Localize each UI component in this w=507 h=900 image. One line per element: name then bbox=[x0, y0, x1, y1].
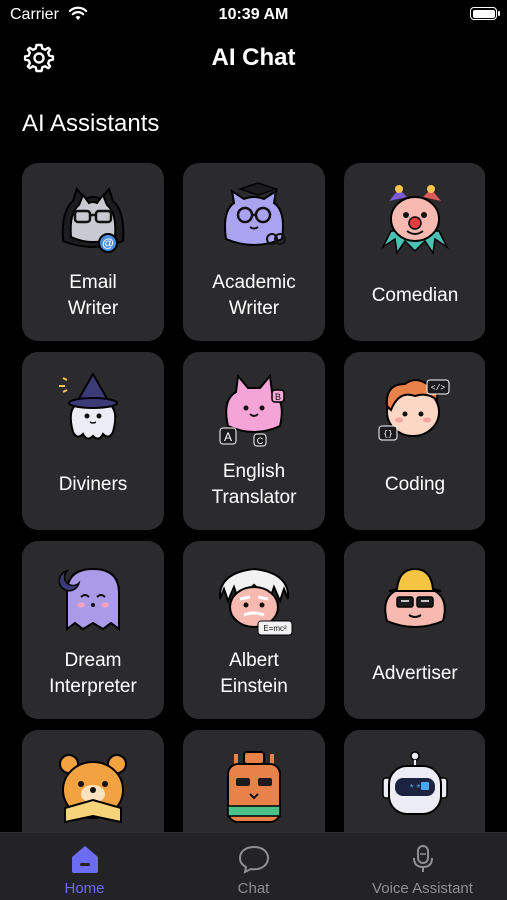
assistant-card-english-translator[interactable]: A B C English Translator bbox=[183, 352, 325, 530]
advertiser-avatar-icon bbox=[384, 567, 446, 628]
svg-text:* *: * * bbox=[410, 783, 421, 794]
comedian-avatar-icon bbox=[381, 185, 449, 256]
chat-bubble-icon bbox=[238, 845, 270, 874]
tab-chat[interactable]: Chat bbox=[169, 833, 338, 900]
diviners-avatar-icon bbox=[59, 371, 118, 440]
assistant-card-advertiser[interactable]: Advertiser bbox=[344, 541, 485, 719]
tab-label: Voice Assistant bbox=[372, 880, 473, 897]
assistant-label: Advertiser bbox=[372, 663, 458, 684]
tab-voice-assistant[interactable]: Voice Assistant bbox=[338, 833, 507, 900]
icon-braces: {} bbox=[383, 430, 393, 439]
dream-interpreter-avatar-icon bbox=[58, 567, 120, 631]
assistant-label: Coding bbox=[384, 474, 446, 495]
assistant-card-email-writer[interactable]: @ Email Writer bbox=[22, 163, 164, 341]
icon-letter-a: A bbox=[224, 430, 232, 444]
assistant-label: Academic Writer bbox=[212, 272, 296, 319]
tab-home[interactable]: Home bbox=[0, 833, 169, 900]
robot-bottle-avatar-icon bbox=[227, 751, 281, 823]
icon-letter-c: C bbox=[257, 436, 264, 446]
assistant-label: Diviners bbox=[58, 474, 128, 495]
assistant-card-coding[interactable]: </> {} Coding bbox=[344, 352, 485, 530]
icon-formula: E=mc² bbox=[263, 624, 287, 633]
microphone-icon bbox=[413, 845, 433, 872]
svg-text:@: @ bbox=[102, 236, 114, 250]
assistant-label: Email Writer bbox=[67, 272, 119, 319]
status-bar: Carrier 10:39 AM bbox=[0, 0, 507, 30]
assistant-card-albert-einstein[interactable]: E=mc² Albert Einstein bbox=[183, 541, 325, 719]
header: AI Chat bbox=[0, 36, 507, 80]
bear-avatar-icon bbox=[59, 754, 127, 824]
assistant-label: Albert Einstein bbox=[220, 650, 288, 697]
assistant-card-bear[interactable] bbox=[22, 730, 164, 833]
assistant-card-academic-writer[interactable]: Academic Writer bbox=[183, 163, 325, 341]
section-title: AI Assistants bbox=[22, 110, 160, 137]
assistant-label: Dream Interpreter bbox=[49, 650, 137, 697]
assistant-card-robot-bottle[interactable] bbox=[183, 730, 325, 833]
albert-einstein-avatar-icon: E=mc² bbox=[218, 567, 293, 636]
assistant-label: Comedian bbox=[371, 285, 459, 306]
coding-avatar-icon: </> {} bbox=[378, 379, 450, 441]
assistant-card-dream-interpreter[interactable]: Dream Interpreter bbox=[22, 541, 164, 719]
clock: 10:39 AM bbox=[218, 6, 289, 23]
icon-code-tag: </> bbox=[431, 384, 446, 393]
academic-writer-avatar-icon bbox=[224, 182, 286, 246]
tab-label: Chat bbox=[237, 880, 270, 897]
tab-label: Home bbox=[64, 880, 105, 897]
battery-icon bbox=[470, 7, 500, 20]
assistant-label: English Translator bbox=[211, 461, 297, 508]
icon-letter-b: B bbox=[275, 392, 281, 402]
assistant-card-diviners[interactable]: Diviners bbox=[22, 352, 164, 530]
page-title: AI Chat bbox=[211, 44, 296, 71]
assistant-card-robot[interactable]: * * bbox=[344, 730, 485, 833]
assistant-card-comedian[interactable]: Comedian bbox=[344, 163, 485, 341]
email-writer-avatar-icon: @ bbox=[61, 186, 125, 253]
tab-bar: Home Chat Voice Assistant bbox=[0, 832, 507, 900]
robot-avatar-icon: * * bbox=[382, 751, 448, 815]
home-icon bbox=[72, 846, 98, 873]
english-translator-avatar-icon: A B C bbox=[219, 373, 285, 447]
assistant-grid: @ Email Writer Academic Writer Comedian … bbox=[22, 163, 485, 833]
